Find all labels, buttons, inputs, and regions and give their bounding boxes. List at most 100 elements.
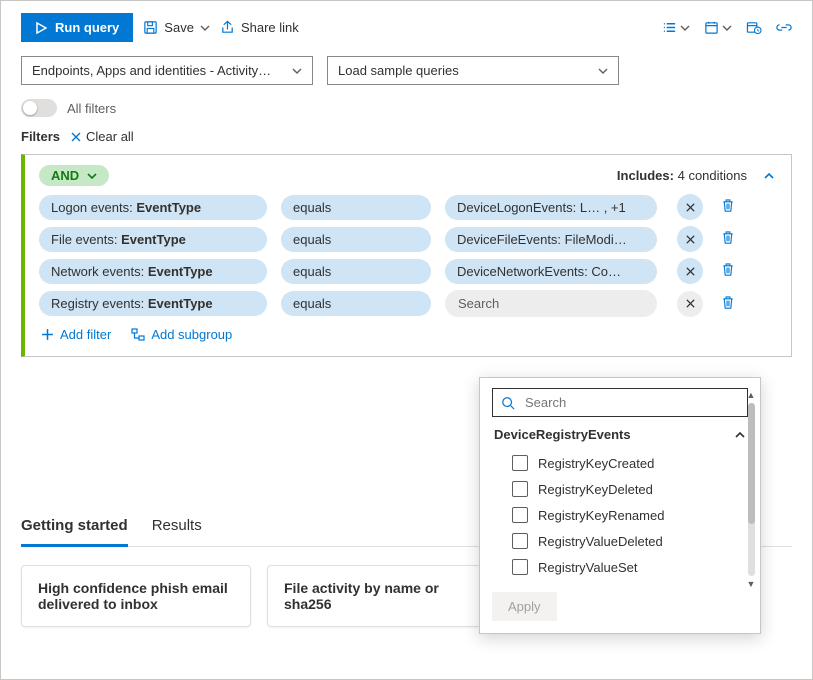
add-subgroup-label: Add subgroup bbox=[151, 327, 232, 342]
subgroup-icon bbox=[131, 328, 145, 341]
list-icon bbox=[662, 20, 677, 35]
add-filter-button[interactable]: Add filter bbox=[41, 327, 111, 342]
link-icon bbox=[776, 20, 792, 35]
condition-field[interactable]: Registry events: EventType bbox=[39, 291, 267, 316]
close-icon bbox=[685, 266, 696, 277]
popover-option[interactable]: RegistryValueDeleted bbox=[492, 528, 748, 554]
calendar-icon bbox=[704, 20, 719, 35]
condition-row: File events: EventType equals DeviceFile… bbox=[39, 226, 775, 252]
save-button[interactable]: Save bbox=[143, 20, 210, 35]
condition-value-search[interactable]: Search bbox=[445, 290, 657, 317]
condition-operator[interactable]: equals bbox=[281, 227, 431, 252]
trash-icon bbox=[721, 198, 735, 213]
sample-card-file[interactable]: File activity by name or sha256 bbox=[267, 565, 497, 627]
popover-apply-button[interactable]: Apply bbox=[492, 592, 557, 621]
condition-field[interactable]: Logon events: EventType bbox=[39, 195, 267, 220]
filter-panel: AND Includes: 4 conditions Logon events:… bbox=[21, 154, 792, 357]
chevron-down-icon bbox=[200, 23, 210, 33]
share-icon bbox=[220, 20, 235, 35]
list-view-button[interactable] bbox=[662, 20, 690, 35]
condition-row: Logon events: EventType equals DeviceLog… bbox=[39, 194, 775, 220]
checkbox[interactable] bbox=[512, 533, 528, 549]
scroll-thumb[interactable] bbox=[748, 403, 755, 524]
close-icon bbox=[70, 131, 82, 143]
add-filter-label: Add filter bbox=[60, 327, 111, 342]
close-icon bbox=[685, 202, 696, 213]
tab-getting-started[interactable]: Getting started bbox=[21, 507, 128, 547]
condition-operator[interactable]: equals bbox=[281, 291, 431, 316]
condition-field[interactable]: Network events: EventType bbox=[39, 259, 267, 284]
scroll-track[interactable] bbox=[748, 403, 755, 576]
clear-value-button[interactable] bbox=[677, 194, 703, 220]
sample-queries-label: Load sample queries bbox=[338, 63, 459, 78]
popover-option[interactable]: RegistryKeyRenamed bbox=[492, 502, 748, 528]
condition-row: Registry events: EventType equals Search bbox=[39, 290, 775, 317]
schedule-icon bbox=[746, 20, 762, 35]
run-query-button[interactable]: Run query bbox=[21, 13, 133, 42]
condition-operator[interactable]: equals bbox=[281, 259, 431, 284]
condition-value[interactable]: DeviceLogonEvents: L… , +1 bbox=[445, 195, 657, 220]
trash-icon bbox=[721, 295, 735, 310]
share-label: Share link bbox=[241, 20, 299, 35]
clear-value-button[interactable] bbox=[677, 226, 703, 252]
scope-selector[interactable]: Endpoints, Apps and identities - Activit… bbox=[21, 56, 313, 85]
chevron-up-icon[interactable] bbox=[763, 170, 775, 182]
play-icon bbox=[35, 22, 47, 34]
popover-search[interactable] bbox=[492, 388, 748, 417]
clear-value-button[interactable] bbox=[677, 291, 703, 317]
run-query-label: Run query bbox=[55, 20, 119, 35]
share-link-button[interactable]: Share link bbox=[220, 20, 299, 35]
save-label: Save bbox=[164, 20, 194, 35]
popover-scrollbar[interactable]: ▲ ▼ bbox=[745, 390, 757, 589]
checkbox[interactable] bbox=[512, 507, 528, 523]
add-subgroup-button[interactable]: Add subgroup bbox=[131, 327, 232, 342]
calendar-button[interactable] bbox=[704, 20, 732, 35]
checkbox[interactable] bbox=[512, 559, 528, 575]
popover-search-input[interactable] bbox=[523, 394, 739, 411]
scope-selector-label: Endpoints, Apps and identities - Activit… bbox=[32, 63, 271, 78]
trash-icon bbox=[721, 230, 735, 245]
clear-all-label: Clear all bbox=[86, 129, 134, 144]
search-icon bbox=[501, 396, 515, 410]
scroll-up-icon[interactable]: ▲ bbox=[747, 390, 756, 400]
tab-results[interactable]: Results bbox=[152, 507, 202, 546]
condition-value[interactable]: DeviceFileEvents: FileModi… bbox=[445, 227, 657, 252]
trash-icon bbox=[721, 262, 735, 277]
clear-all-button[interactable]: Clear all bbox=[70, 129, 134, 144]
checkbox[interactable] bbox=[512, 455, 528, 471]
plus-icon bbox=[41, 328, 54, 341]
chevron-down-icon bbox=[292, 66, 302, 76]
logic-operator-label: AND bbox=[51, 168, 79, 183]
delete-condition-button[interactable] bbox=[721, 262, 735, 280]
condition-field[interactable]: File events: EventType bbox=[39, 227, 267, 252]
value-picker-popover: DeviceRegistryEvents RegistryKeyCreated … bbox=[479, 377, 761, 634]
chevron-down-icon bbox=[87, 171, 97, 181]
close-icon bbox=[685, 298, 696, 309]
link-button[interactable] bbox=[776, 20, 792, 35]
popover-option[interactable]: RegistryValueSet bbox=[492, 554, 748, 580]
filters-title: Filters bbox=[21, 129, 60, 144]
popover-option[interactable]: RegistryKeyDeleted bbox=[492, 476, 748, 502]
delete-condition-button[interactable] bbox=[721, 230, 735, 248]
sample-queries-selector[interactable]: Load sample queries bbox=[327, 56, 619, 85]
all-filters-label: All filters bbox=[67, 101, 116, 116]
delete-condition-button[interactable] bbox=[721, 295, 735, 313]
popover-option[interactable]: RegistryKeyCreated bbox=[492, 450, 748, 476]
chevron-down-icon bbox=[598, 66, 608, 76]
chevron-down-icon bbox=[680, 23, 690, 33]
logic-operator-chip[interactable]: AND bbox=[39, 165, 109, 186]
save-icon bbox=[143, 20, 158, 35]
sample-card-phish[interactable]: High confidence phish email delivered to… bbox=[21, 565, 251, 627]
condition-value[interactable]: DeviceNetworkEvents: Co… bbox=[445, 259, 657, 284]
popover-group-title: DeviceRegistryEvents bbox=[494, 427, 631, 442]
clear-value-button[interactable] bbox=[677, 258, 703, 284]
schedule-button[interactable] bbox=[746, 20, 762, 35]
scroll-down-icon[interactable]: ▼ bbox=[747, 579, 756, 589]
all-filters-toggle[interactable] bbox=[21, 99, 57, 117]
checkbox[interactable] bbox=[512, 481, 528, 497]
condition-operator[interactable]: equals bbox=[281, 195, 431, 220]
includes-summary: Includes: 4 conditions bbox=[617, 168, 747, 183]
chevron-down-icon bbox=[722, 23, 732, 33]
delete-condition-button[interactable] bbox=[721, 198, 735, 216]
condition-row: Network events: EventType equals DeviceN… bbox=[39, 258, 775, 284]
